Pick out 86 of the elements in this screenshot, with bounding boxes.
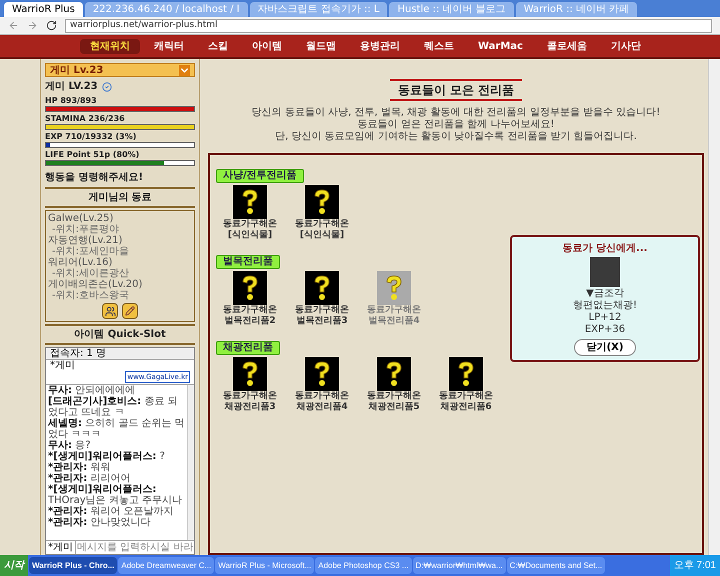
companion-name[interactable]: 자동연행(Lv.21) bbox=[48, 235, 192, 246]
character-select[interactable]: 게미 Lv.23 bbox=[45, 63, 195, 77]
page-title: 동료들이 모은 전리품 bbox=[390, 79, 522, 101]
people-icon[interactable] bbox=[102, 303, 118, 319]
chat-message: *관리자: 워워 bbox=[48, 462, 112, 473]
reward-line: ▼금조각 bbox=[586, 288, 624, 299]
stat-label: HP 893/893 bbox=[45, 96, 98, 106]
chat-message: *[생게미]워리어플러스: ? bbox=[48, 451, 166, 462]
question-mark-icon[interactable] bbox=[305, 357, 339, 391]
stat-label: EXP 710/19332 (3%) bbox=[45, 132, 138, 142]
companion-name[interactable]: 게이배의존슨(Lv.20) bbox=[48, 279, 192, 290]
description-text: 당신의 동료들이 사냥, 전투, 벌목, 채광 활동에 대한 전리품의 일정부분을 받을수 있습니다! bbox=[252, 107, 660, 119]
nav-link[interactable]: 캐릭터 bbox=[144, 38, 194, 54]
taskbar-task[interactable]: WarrioR Plus - Chro... bbox=[29, 557, 118, 574]
start-button[interactable]: 시작 bbox=[0, 555, 28, 576]
description-text: 동료들이 얻은 전리품을 함께 나누어보세요! bbox=[358, 119, 554, 131]
chat-message: *관리자: 안나맞었니다 bbox=[48, 517, 152, 528]
companions-heading: 게미님의 동료 bbox=[45, 187, 195, 208]
chat-message: 무사: 응? bbox=[48, 440, 92, 451]
companion-location: -위치:포세인마을 bbox=[51, 246, 130, 257]
item-caption: 동료가구해온 벌목전리품4 bbox=[367, 305, 421, 327]
item-caption: 동료가구해온 채광전리품4 bbox=[295, 391, 349, 413]
nav-link[interactable]: 현재위치 bbox=[80, 38, 140, 54]
item-caption: 동료가구해온 채광전리품5 bbox=[367, 391, 421, 413]
forward-icon[interactable] bbox=[27, 20, 38, 31]
item-caption: 동료가구해온 [식인식물] bbox=[295, 219, 349, 241]
user-name[interactable]: *게미 bbox=[50, 360, 190, 371]
chat-nick: *게미 bbox=[46, 541, 76, 554]
character-name: 게미 LV.23 bbox=[45, 80, 98, 94]
browser-tab[interactable]: WarrioR Plus bbox=[4, 2, 83, 17]
question-mark-icon[interactable] bbox=[305, 271, 339, 305]
nav-link[interactable]: WarMac bbox=[468, 38, 533, 54]
description-text: 단, 당신이 동료모임에 기여하는 활동이 낮아질수록 전리품을 받기 힘들어집니다. bbox=[275, 131, 637, 143]
chat-message: *[생게미]워리어플러스: THOray님은 켜놓고 주무시나 bbox=[48, 484, 184, 506]
reward-line: LP+12 bbox=[588, 312, 622, 323]
stat-label: STAMINA 236/236 bbox=[45, 114, 126, 124]
users-header: 접속자: 1 명 bbox=[46, 348, 194, 360]
chat-message: *관리자: 워리어 오픈날까지 bbox=[48, 506, 175, 517]
stat-label: LIFE Point 51p (80%) bbox=[45, 150, 140, 160]
chat-message: [드래곤기사]호비스: 종료 되었다고 뜨네요 ㅋ bbox=[48, 396, 179, 418]
close-button[interactable]: 닫기(X) bbox=[574, 339, 636, 356]
chevron-icon bbox=[179, 64, 190, 76]
reload-icon[interactable] bbox=[46, 20, 57, 31]
nav-link[interactable]: 아이템 bbox=[242, 38, 292, 54]
question-mark-icon[interactable] bbox=[305, 185, 339, 219]
scrollbar[interactable] bbox=[187, 385, 194, 540]
page-scrollbar[interactable] bbox=[708, 59, 720, 555]
nav-link[interactable]: 콜로세움 bbox=[536, 38, 597, 54]
address-field[interactable]: warriorplus.net/warrior-plus.html bbox=[65, 18, 712, 32]
section-label: 채광전리품 bbox=[216, 341, 280, 355]
question-mark-icon[interactable] bbox=[233, 271, 267, 305]
command-text: 행동을 명령해주세요! bbox=[45, 171, 144, 185]
question-mark-icon[interactable] bbox=[449, 357, 483, 391]
item-caption: 동료가구해온 채광전리품3 bbox=[223, 391, 277, 413]
nav-link[interactable]: 스킬 bbox=[198, 38, 238, 54]
companion-location: -위치:호바스왕국 bbox=[51, 290, 130, 301]
reward-line: 형편없는채광! bbox=[572, 300, 637, 311]
companion-name[interactable]: 워리어(Lv.16) bbox=[48, 257, 192, 268]
section-label: 사냥/전투전리품 bbox=[216, 169, 304, 183]
nav-link[interactable]: 월드맵 bbox=[296, 38, 346, 54]
section-label: 벌목전리품 bbox=[216, 255, 280, 269]
companion-location: -위치:푸른평야 bbox=[51, 224, 120, 235]
check-circle-icon bbox=[102, 82, 112, 92]
pencil-icon[interactable] bbox=[122, 303, 138, 319]
reward-line: EXP+36 bbox=[584, 324, 626, 335]
chat-message: *관리자: 리리어어 bbox=[48, 473, 132, 484]
item-caption: 동료가구해온 벌목전리품2 bbox=[223, 305, 277, 327]
question-mark-icon[interactable] bbox=[233, 357, 267, 391]
companion-location: -위치:세이른광산 bbox=[51, 268, 130, 279]
back-icon[interactable] bbox=[8, 20, 19, 31]
item-caption: 동료가구해온 [식인식물] bbox=[223, 219, 277, 241]
quickslot-heading: 아이템 Quick-Slot bbox=[45, 324, 195, 345]
popup-title: 동료가 당신에게... bbox=[562, 242, 648, 256]
chat-message: 세넬명: 으히히 골드 순위는 먹었다 ㅋㅋㅋ bbox=[48, 418, 185, 440]
companion-name[interactable]: Galwe(Lv.25) bbox=[48, 213, 192, 224]
question-mark-icon[interactable] bbox=[377, 357, 411, 391]
nav-link[interactable]: 용병관리 bbox=[350, 38, 410, 54]
nav-link[interactable]: 기사단 bbox=[600, 38, 651, 54]
chat-message: 무사: 안되에에에에 bbox=[48, 385, 136, 396]
taskbar-clock: 오후 7:01 bbox=[670, 555, 720, 576]
ore-photo-placeholder bbox=[590, 257, 620, 287]
item-caption: 동료가구해온 벌목전리품3 bbox=[295, 305, 349, 327]
question-mark-icon[interactable] bbox=[233, 185, 267, 219]
chat-input[interactable]: 메시지를 입력하시실 바라 bbox=[76, 541, 194, 554]
nav-link[interactable]: 퀘스트 bbox=[414, 38, 464, 54]
item-caption: 동료가구해온 채광전리품6 bbox=[439, 391, 493, 413]
